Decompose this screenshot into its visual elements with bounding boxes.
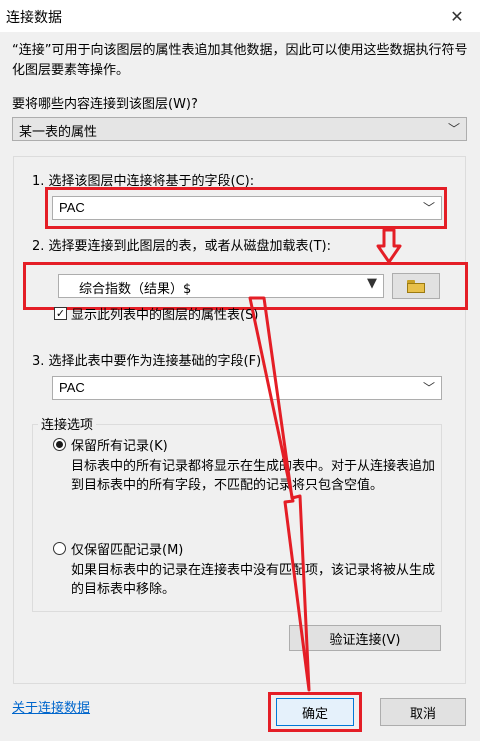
down-arrow-annotation — [376, 228, 402, 264]
annotation-arrows — [248, 228, 402, 692]
long-arrow-annotation — [248, 296, 311, 692]
